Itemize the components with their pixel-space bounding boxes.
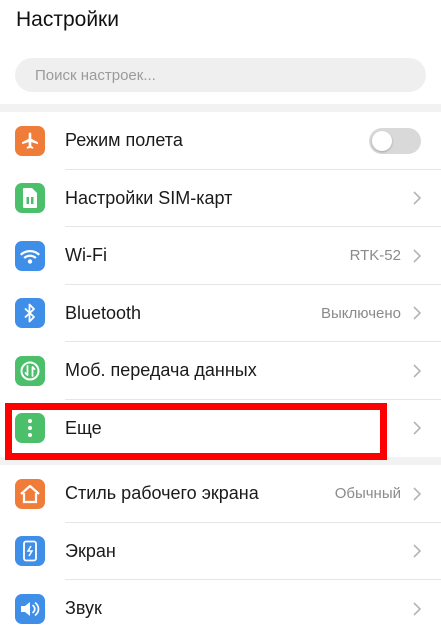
setting-home-screen-style[interactable]: Стиль рабочего экрана Обычный <box>0 465 441 523</box>
sound-icon <box>15 593 45 624</box>
home-icon <box>15 478 45 509</box>
display-icon <box>15 536 45 567</box>
wifi-icon <box>15 240 45 271</box>
setting-label: Звук <box>65 598 102 619</box>
setting-label: Wi-Fi <box>65 245 107 266</box>
setting-label: Еще <box>65 417 102 438</box>
setting-label: Моб. передача данных <box>65 360 257 381</box>
header: Настройки <box>0 0 441 46</box>
search-box[interactable] <box>15 58 426 92</box>
sim-card-icon <box>15 183 45 214</box>
chevron-right-icon <box>407 363 427 379</box>
setting-sound[interactable]: Звук <box>0 580 441 638</box>
setting-label: Настройки SIM-карт <box>65 187 233 208</box>
airplane-icon <box>15 125 45 156</box>
chevron-right-icon <box>407 190 427 206</box>
setting-bluetooth[interactable]: Bluetooth Выключено <box>0 285 441 342</box>
section-divider <box>0 457 441 465</box>
setting-mobile-data[interactable]: Моб. передача данных <box>0 342 441 400</box>
bluetooth-icon <box>15 298 45 329</box>
chevron-right-icon <box>407 486 427 502</box>
chevron-right-icon <box>407 543 427 559</box>
page-title: Настройки <box>16 8 119 31</box>
setting-airplane-mode[interactable]: Режим полета <box>0 112 441 170</box>
toggle-knob <box>372 130 392 151</box>
more-icon <box>15 413 45 444</box>
setting-wifi[interactable]: Wi-Fi RTK-52 <box>0 227 441 285</box>
chevron-right-icon <box>407 420 427 436</box>
chevron-right-icon <box>407 248 427 264</box>
setting-display[interactable]: Экран <box>0 523 441 580</box>
setting-label: Стиль рабочего экрана <box>65 483 259 504</box>
search-bar <box>0 46 441 104</box>
setting-label: Bluetooth <box>65 302 142 323</box>
home-style-value: Обычный <box>334 485 401 503</box>
setting-sim-cards[interactable]: Настройки SIM-карт <box>0 170 441 227</box>
search-input[interactable] <box>35 66 426 84</box>
section-divider <box>0 104 441 112</box>
chevron-right-icon <box>407 601 427 617</box>
wifi-network-value: RTK-52 <box>349 247 401 265</box>
setting-label: Экран <box>65 540 116 561</box>
setting-more[interactable]: Еще <box>0 400 441 458</box>
airplane-mode-toggle[interactable] <box>369 127 421 154</box>
setting-label: Режим полета <box>65 130 183 151</box>
chevron-right-icon <box>407 305 427 321</box>
bluetooth-status-value: Выключено <box>321 304 401 322</box>
mobile-data-icon <box>15 355 45 386</box>
